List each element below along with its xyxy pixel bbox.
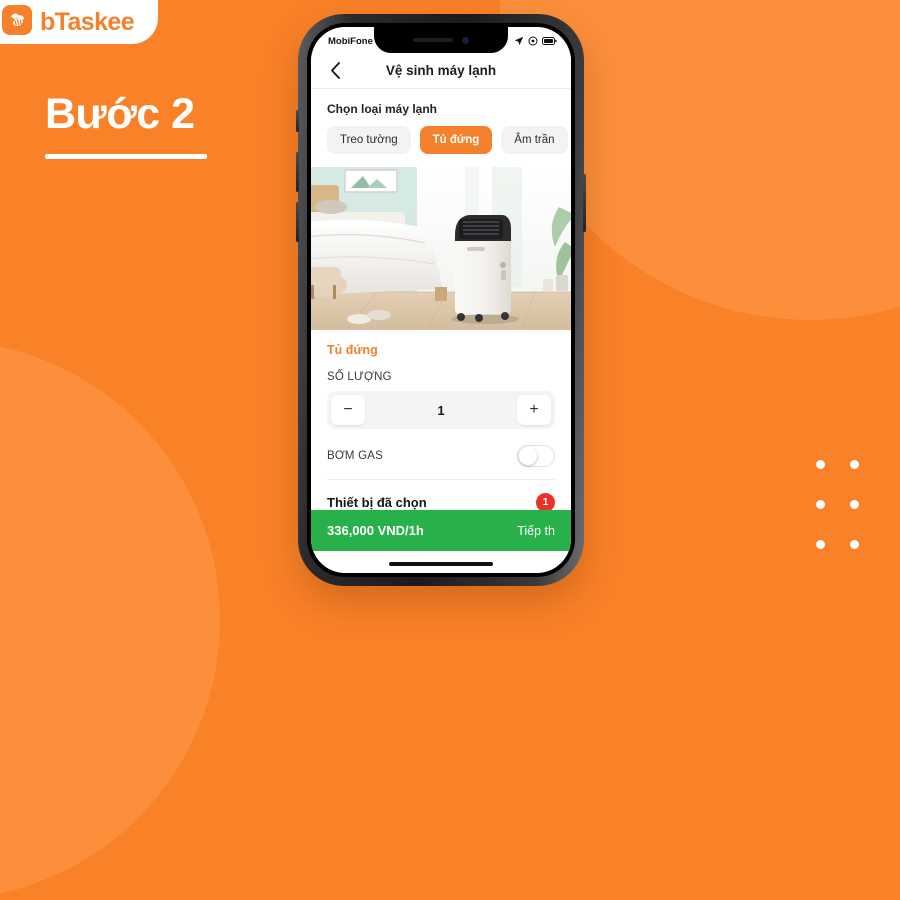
decrement-button[interactable]: − [331,395,365,425]
ac-type-chip-group: Treo tường Tủ đứng Âm trần [311,126,571,167]
total-price: 336,000 VND/1h [327,523,424,538]
bottom-cta-bar[interactable]: 336,000 VND/1h Tiếp th [311,510,571,551]
quantity-stepper: − 1 + [327,391,555,429]
phone-bezel: MobiFone Vệ sinh máy lạnh Chọn loại máy … [307,23,575,577]
product-photo [311,167,571,330]
carrier-label: MobiFone [328,35,373,47]
screen-title: Vệ sinh máy lạnh [385,63,497,78]
phone-mockup: MobiFone Vệ sinh máy lạnh Chọn loại máy … [296,14,586,586]
chip-tu-dung[interactable]: Tủ đứng [419,126,493,154]
device-detail-section: Tủ đứng SỐ LƯỢNG − 1 + BƠM GAS [311,330,571,480]
dot [850,460,859,469]
dot [816,500,825,509]
app-screen: MobiFone Vệ sinh máy lạnh Chọn loại máy … [311,27,571,573]
increment-button[interactable]: + [517,395,551,425]
dot [850,540,859,549]
app-header: Vệ sinh máy lạnh [311,53,571,89]
step-heading-block: Bước 2 [45,90,207,160]
rotation-lock-icon [528,36,538,46]
dot [816,540,825,549]
home-indicator [389,562,493,566]
notch [374,27,508,53]
back-button[interactable] [325,61,345,81]
front-camera-icon [462,36,469,44]
bee-icon [2,5,32,35]
earpiece-speaker [413,38,453,42]
volume-up-button[interactable] [296,152,299,192]
power-button[interactable] [583,174,586,232]
chevron-left-icon [330,62,340,79]
next-button[interactable]: Tiếp th [517,524,555,538]
gas-refill-label: BƠM GAS [327,450,383,462]
title-underline [45,154,207,160]
battery-icon [542,37,557,45]
gas-refill-toggle[interactable] [517,445,555,467]
quantity-value: 1 [437,402,445,418]
quantity-label: SỐ LƯỢNG [327,371,392,383]
brand-name: bTaskee [40,8,135,36]
dot [816,460,825,469]
location-arrow-icon [514,36,524,46]
volume-down-button[interactable] [296,202,299,242]
dot [850,500,859,509]
status-bar-right [514,36,557,46]
mute-switch[interactable] [296,110,299,132]
selected-type-label: Tủ đứng [327,343,378,357]
chip-am-tran[interactable]: Âm trần [501,126,568,154]
decorative-dot-grid [816,460,884,580]
brand-logo-badge: bTaskee [0,0,158,44]
chip-treo-tuong[interactable]: Treo tường [327,126,411,154]
section-label: Chọn loại máy lạnh [311,89,571,126]
gas-refill-row: BƠM GAS [327,429,555,480]
toggle-knob [519,447,537,465]
background-circle-bottom-left [0,340,220,900]
selected-devices-label: Thiết bị đã chọn [327,495,427,510]
page-title: Bước 2 [45,90,195,138]
